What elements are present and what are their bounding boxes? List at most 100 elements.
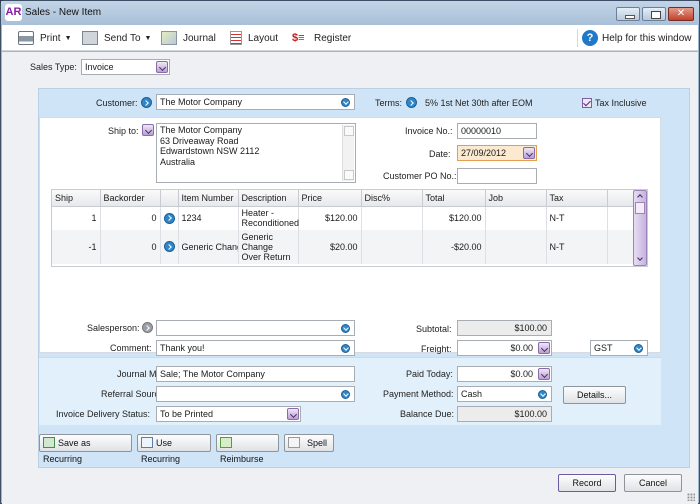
- ship-to-dropdown-icon[interactable]: [142, 124, 154, 136]
- item-detail-arrow-icon[interactable]: [163, 241, 175, 252]
- cell-total[interactable]: -$20.00: [422, 230, 486, 264]
- date-field[interactable]: 27/09/2012: [457, 145, 537, 161]
- resize-grip[interactable]: [687, 493, 695, 501]
- cell-total[interactable]: $120.00: [422, 206, 486, 230]
- customer-po-field[interactable]: [457, 168, 537, 184]
- cell-description[interactable]: Generic Change Over Return: [238, 230, 299, 264]
- cell-ship[interactable]: -1: [52, 230, 101, 264]
- reimburse-label: Reimburse: [220, 454, 264, 464]
- layout-button[interactable]: Layout: [230, 30, 278, 46]
- minimize-button[interactable]: [616, 7, 640, 21]
- journal-memo-field[interactable]: Sale; The Motor Company: [156, 366, 355, 382]
- payment-method-lookup-icon: [538, 390, 547, 399]
- comment-label: Comment:: [110, 343, 152, 353]
- paid-today-field[interactable]: $0.00: [457, 366, 552, 382]
- col-tax[interactable]: Tax: [546, 190, 608, 207]
- referral-source-field[interactable]: [156, 386, 355, 402]
- ship-to-address[interactable]: The Motor Company 63 Driveaway Road Edwa…: [156, 123, 356, 183]
- cell-item[interactable]: 1234: [178, 206, 239, 230]
- col-description[interactable]: Description: [238, 190, 299, 207]
- cell-job[interactable]: [485, 206, 547, 230]
- col-extra: [607, 190, 636, 207]
- customer-field[interactable]: The Motor Company: [156, 94, 355, 110]
- col-disc[interactable]: Disc%: [361, 190, 423, 207]
- print-button[interactable]: Print ▼: [18, 30, 72, 46]
- col-price[interactable]: Price: [298, 190, 362, 207]
- tax-code-lookup-icon: [634, 344, 643, 353]
- sales-window: AR Sales - New Item ✕ Print ▼ Send To ▼ Jo…: [0, 0, 700, 504]
- close-button[interactable]: ✕: [668, 7, 694, 21]
- scroll-up-icon: [344, 126, 354, 136]
- window-title: Sales - New Item: [25, 7, 102, 18]
- register-label: Register: [314, 32, 352, 44]
- invoice-number-field[interactable]: 00000010: [457, 123, 537, 139]
- cell-price[interactable]: $20.00: [298, 230, 362, 264]
- tax-inclusive-label: Tax Inclusive: [595, 98, 647, 108]
- col-backorder[interactable]: Backorder: [100, 190, 161, 207]
- item-detail-arrow-icon[interactable]: [163, 212, 175, 224]
- ship-to-label: Ship to:: [108, 126, 139, 136]
- tax-inclusive-checkbox[interactable]: [582, 98, 592, 108]
- customer-detail-arrow-icon[interactable]: [141, 97, 152, 108]
- details-button[interactable]: Details...: [563, 386, 626, 404]
- freight-field[interactable]: $0.00: [457, 340, 552, 356]
- save-recurring-icon: [43, 437, 55, 448]
- col-link: [160, 190, 179, 207]
- cell-ship[interactable]: 1: [52, 206, 101, 230]
- journal-button[interactable]: Journal: [161, 30, 216, 46]
- freight-tax-code-field[interactable]: GST: [590, 340, 648, 356]
- cell-tax[interactable]: N-T: [546, 206, 608, 230]
- ship-to-line: Edwardstown NSW 2112: [160, 146, 260, 156]
- sales-type-value: Invoice: [85, 62, 114, 72]
- sales-type-select[interactable]: Invoice: [81, 59, 170, 75]
- record-button[interactable]: Record: [558, 474, 616, 492]
- calendar-dropdown-icon: [523, 147, 535, 159]
- table-row[interactable]: 1 0 1234 Heater - Reconditioned $120.00 …: [52, 206, 636, 230]
- cell-job[interactable]: [485, 230, 547, 264]
- delivery-status-select[interactable]: To be Printed: [156, 406, 301, 422]
- cell-tax[interactable]: N-T: [546, 230, 608, 264]
- col-job[interactable]: Job: [485, 190, 547, 207]
- comment-field[interactable]: Thank you!: [156, 340, 355, 356]
- cell-item[interactable]: Generic Change: [178, 230, 239, 264]
- save-as-recurring-button[interactable]: Save as Recurring: [39, 434, 132, 464]
- cell-backorder[interactable]: 0: [100, 230, 161, 264]
- use-recurring-button[interactable]: Use Recurring: [137, 434, 211, 464]
- scroll-thumb[interactable]: [635, 202, 645, 214]
- journal-icon: [161, 31, 177, 45]
- journal-label: Journal: [183, 32, 216, 44]
- cell-disc[interactable]: [361, 230, 423, 264]
- send-to-button[interactable]: Send To ▼: [82, 30, 151, 46]
- table-row[interactable]: -1 0 Generic Change Generic Change Over …: [52, 230, 636, 264]
- cell-link[interactable]: [160, 230, 179, 264]
- cell-extra: [607, 206, 636, 230]
- scroll-up-icon[interactable]: [635, 192, 645, 200]
- minimize-icon: [617, 8, 639, 20]
- cell-price[interactable]: $120.00: [298, 206, 362, 230]
- cell-description[interactable]: Heater - Reconditioned: [238, 206, 299, 230]
- maximize-button[interactable]: [642, 7, 666, 21]
- cancel-button[interactable]: Cancel: [624, 474, 682, 492]
- register-button[interactable]: $≡ Register: [292, 30, 351, 46]
- spell-button[interactable]: Spell: [284, 434, 334, 452]
- chevron-down-icon: [287, 408, 299, 420]
- chevron-down-icon: [156, 61, 168, 73]
- help-button[interactable]: ? Help for this window: [582, 30, 691, 46]
- reimburse-button[interactable]: Reimburse: [216, 434, 279, 464]
- payment-method-field[interactable]: Cash: [457, 386, 552, 402]
- cell-backorder[interactable]: 0: [100, 206, 161, 230]
- printer-icon: [18, 31, 34, 45]
- col-item-number[interactable]: Item Number: [178, 190, 239, 207]
- comment-value: Thank you!: [160, 343, 205, 353]
- salesperson-arrow-icon[interactable]: [142, 322, 153, 333]
- col-total[interactable]: Total: [422, 190, 486, 207]
- send-icon: [82, 31, 98, 45]
- col-ship[interactable]: Ship: [52, 190, 101, 207]
- scroll-down-icon[interactable]: [635, 256, 645, 264]
- address-scrollbar[interactable]: [342, 125, 354, 181]
- cell-disc[interactable]: [361, 206, 423, 230]
- table-scrollbar[interactable]: [633, 190, 647, 266]
- salesperson-field[interactable]: [156, 320, 355, 336]
- cell-link[interactable]: [160, 206, 179, 230]
- terms-arrow-icon[interactable]: [406, 97, 417, 108]
